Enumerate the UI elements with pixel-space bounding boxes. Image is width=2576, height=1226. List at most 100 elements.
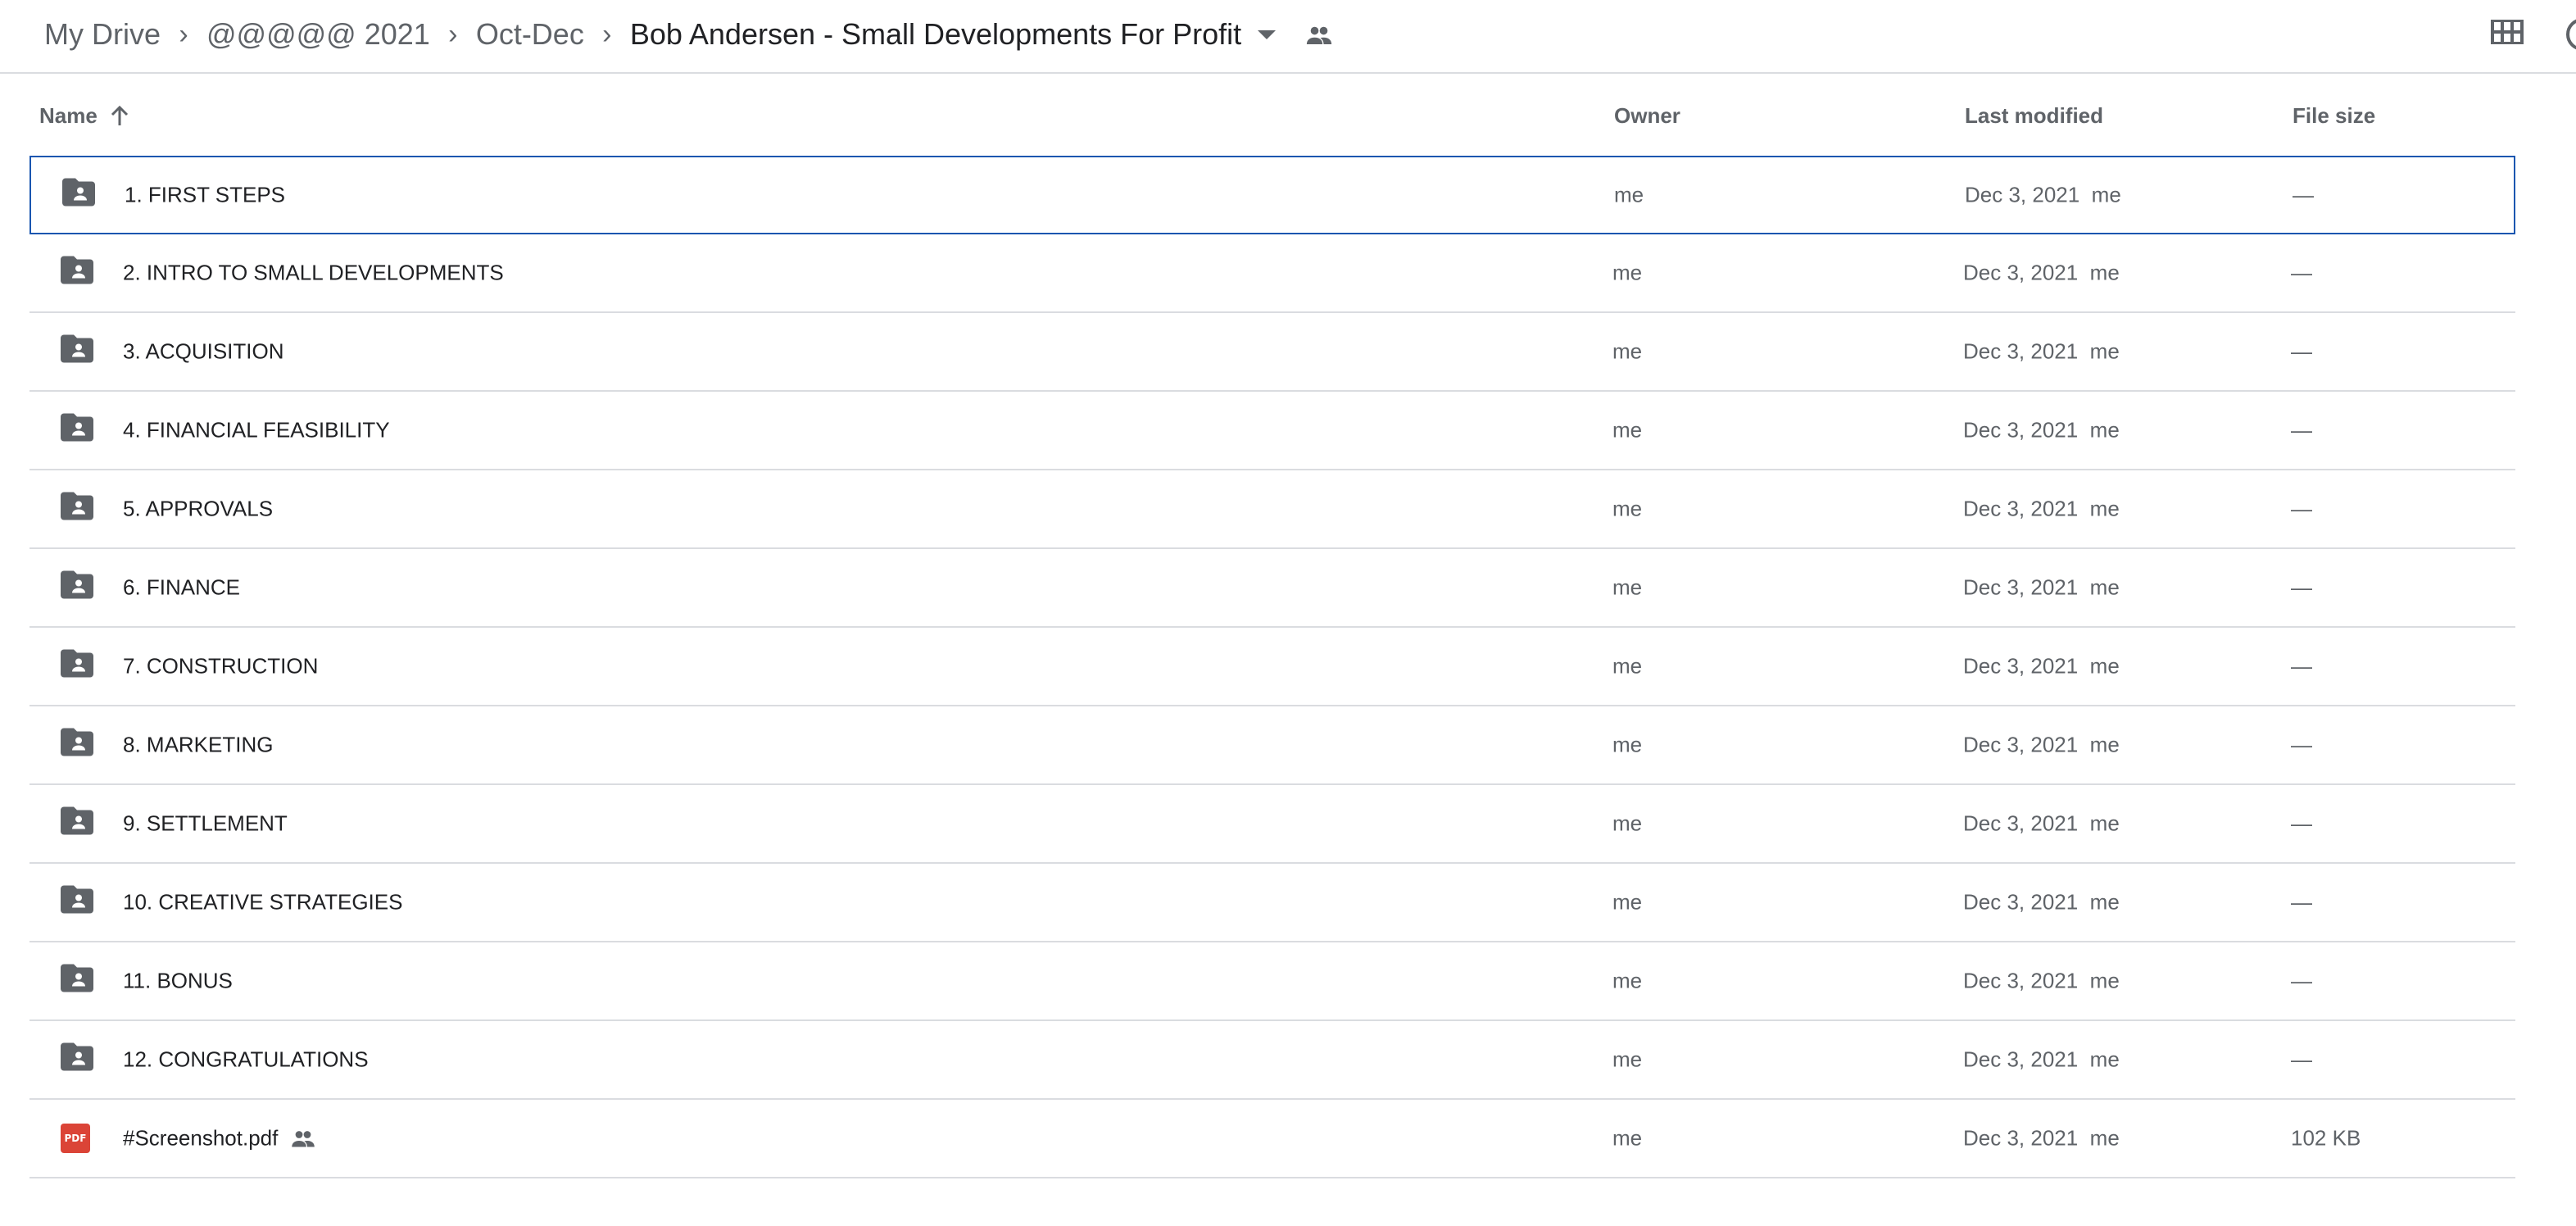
modified-date: Dec 3, 2021 [1963,653,2079,679]
file-name-text: 9. SETTLEMENT [123,811,288,836]
file-row[interactable]: 6. FINANCE me Dec 3, 2021 me — [29,549,2515,628]
file-owner: me [1612,1125,1643,1151]
modified-date: Dec 3, 2021 [1963,260,2079,285]
info-icon[interactable] [2566,18,2576,51]
shared-folder-icon [61,649,93,683]
shared-folder-icon [61,728,93,762]
shared-folder-icon [61,1042,93,1077]
column-owner-header[interactable]: Owner [1614,103,1680,129]
modified-by: me [2089,574,2120,600]
file-row[interactable]: 4. FINANCIAL FEASIBILITY me Dec 3, 2021 me… [29,392,2515,470]
breadcrumb-my-drive[interactable]: My Drive [44,17,161,52]
file-size: — [2293,182,2314,207]
file-row[interactable]: 10. CREATIVE STRATEGIES me Dec 3, 2021 me — [29,864,2515,942]
file-name-text: 8. MARKETING [123,732,274,757]
modified-date: Dec 3, 2021 [1963,1125,2079,1151]
modified-date: Dec 3, 2021 [1963,889,2079,915]
file-name-text: #Screenshot.pdf [123,1125,279,1151]
file-name: 9. SETTLEMENT [123,811,288,837]
breadcrumb-current-folder[interactable]: Bob Andersen - Small Developments For Pr… [630,17,1241,52]
grid-view-icon[interactable] [2491,20,2524,48]
file-size: — [2291,260,2312,285]
file-row[interactable]: 3. ACQUISITION me Dec 3, 2021 me — [29,313,2515,392]
file-last-modified: Dec 3, 2021 me [1963,890,2120,915]
shared-folder-icon [61,492,93,526]
file-last-modified: Dec 3, 2021 me [1963,339,2120,365]
breadcrumb: My Drive › @@@@@ 2021 › Oct-Dec › Bob An… [44,11,1333,57]
file-row[interactable]: 2. INTRO TO SMALL DEVELOPMENTS me Dec 3, 2… [29,234,2515,313]
file-owner: me [1612,968,1643,993]
modified-by: me [2089,732,2120,757]
file-last-modified: Dec 3, 2021 me [1963,497,2120,522]
file-owner: me [1612,417,1643,443]
modified-date: Dec 3, 2021 [1963,1047,2079,1072]
file-last-modified: Dec 3, 2021 me [1963,575,2120,601]
people-icon [291,1130,315,1147]
modified-by: me [2089,889,2120,915]
file-name: 5. APPROVALS [123,497,273,522]
file-row[interactable]: 12. CONGRATULATIONS me Dec 3, 2021 me — [29,1021,2515,1100]
file-owner: me [1612,889,1643,915]
shared-folder-icon [61,334,93,369]
file-name: 6. FINANCE [123,575,240,601]
breadcrumb-2021[interactable]: @@@@@ 2021 [206,17,430,52]
file-name-text: 4. FINANCIAL FEASIBILITY [123,417,390,443]
file-name: 3. ACQUISITION [123,339,284,365]
file-name-text: 12. CONGRATULATIONS [123,1047,369,1072]
file-owner: me [1614,182,1644,207]
modified-by: me [2089,417,2120,443]
shared-folder-icon [61,885,93,919]
file-last-modified: Dec 3, 2021 me [1963,811,2120,837]
column-last-modified-header[interactable]: Last modified [1965,103,2103,129]
file-size: — [2291,811,2312,836]
chevron-right-icon: › [448,18,458,50]
file-owner: me [1612,260,1643,285]
modified-by: me [2089,811,2120,836]
file-row[interactable]: 5. APPROVALS me Dec 3, 2021 me — [29,470,2515,549]
modified-date: Dec 3, 2021 [1963,338,2079,364]
file-size: — [2291,968,2312,993]
modified-by: me [2089,1047,2120,1072]
modified-by: me [2089,260,2120,285]
breadcrumb-oct-dec[interactable]: Oct-Dec [476,17,584,52]
file-row[interactable]: 1. FIRST STEPS me Dec 3, 2021 me — [29,156,2515,234]
dropdown-arrow-icon[interactable] [1258,30,1277,39]
shared-folder-icon [61,413,93,447]
file-name: 10. CREATIVE STRATEGIES [123,890,402,915]
file-size: — [2291,417,2312,443]
file-row[interactable]: PDF #Screenshot.pdf me Dec 3, 2021 me 102 KB [29,1100,2515,1178]
file-size: — [2291,732,2312,757]
file-last-modified: Dec 3, 2021 me [1963,261,2120,286]
file-last-modified: Dec 3, 2021 me [1963,1126,2120,1151]
file-row[interactable]: 11. BONUS me Dec 3, 2021 me — [29,942,2515,1021]
file-name: 12. CONGRATULATIONS [123,1047,369,1073]
modified-date: Dec 3, 2021 [1965,182,2080,207]
modified-date: Dec 3, 2021 [1963,968,2079,993]
file-name: 11. BONUS [123,969,233,994]
file-last-modified: Dec 3, 2021 me [1965,183,2121,208]
modified-date: Dec 3, 2021 [1963,732,2079,757]
file-row[interactable]: 7. CONSTRUCTION me Dec 3, 2021 me — [29,628,2515,706]
file-size: 102 KB [2291,1125,2361,1151]
modified-by: me [2089,1125,2120,1151]
shared-folder-icon [61,806,93,841]
file-row[interactable]: 8. MARKETING me Dec 3, 2021 me — [29,706,2515,785]
chevron-right-icon: › [602,18,612,50]
column-name-header[interactable]: Name [39,103,129,129]
file-last-modified: Dec 3, 2021 me [1963,654,2120,679]
file-size: — [2291,653,2312,679]
arrow-up-icon[interactable] [111,105,129,127]
top-bar: My Drive › @@@@@ 2021 › Oct-Dec › Bob An… [0,0,2576,74]
file-owner: me [1612,732,1643,757]
file-size: — [2291,1047,2312,1072]
column-name-label: Name [39,103,98,128]
modified-by: me [2089,496,2120,521]
column-file-size-header[interactable]: File size [2293,103,2375,129]
file-size: — [2291,574,2312,600]
file-size: — [2291,496,2312,521]
file-last-modified: Dec 3, 2021 me [1963,1047,2120,1073]
file-row[interactable]: 9. SETTLEMENT me Dec 3, 2021 me — [29,785,2515,864]
file-name-text: 2. INTRO TO SMALL DEVELOPMENTS [123,260,504,285]
file-list: Name Owner Last modified File size 1. FI… [29,74,2515,1178]
shared-folder-icon [62,178,95,212]
